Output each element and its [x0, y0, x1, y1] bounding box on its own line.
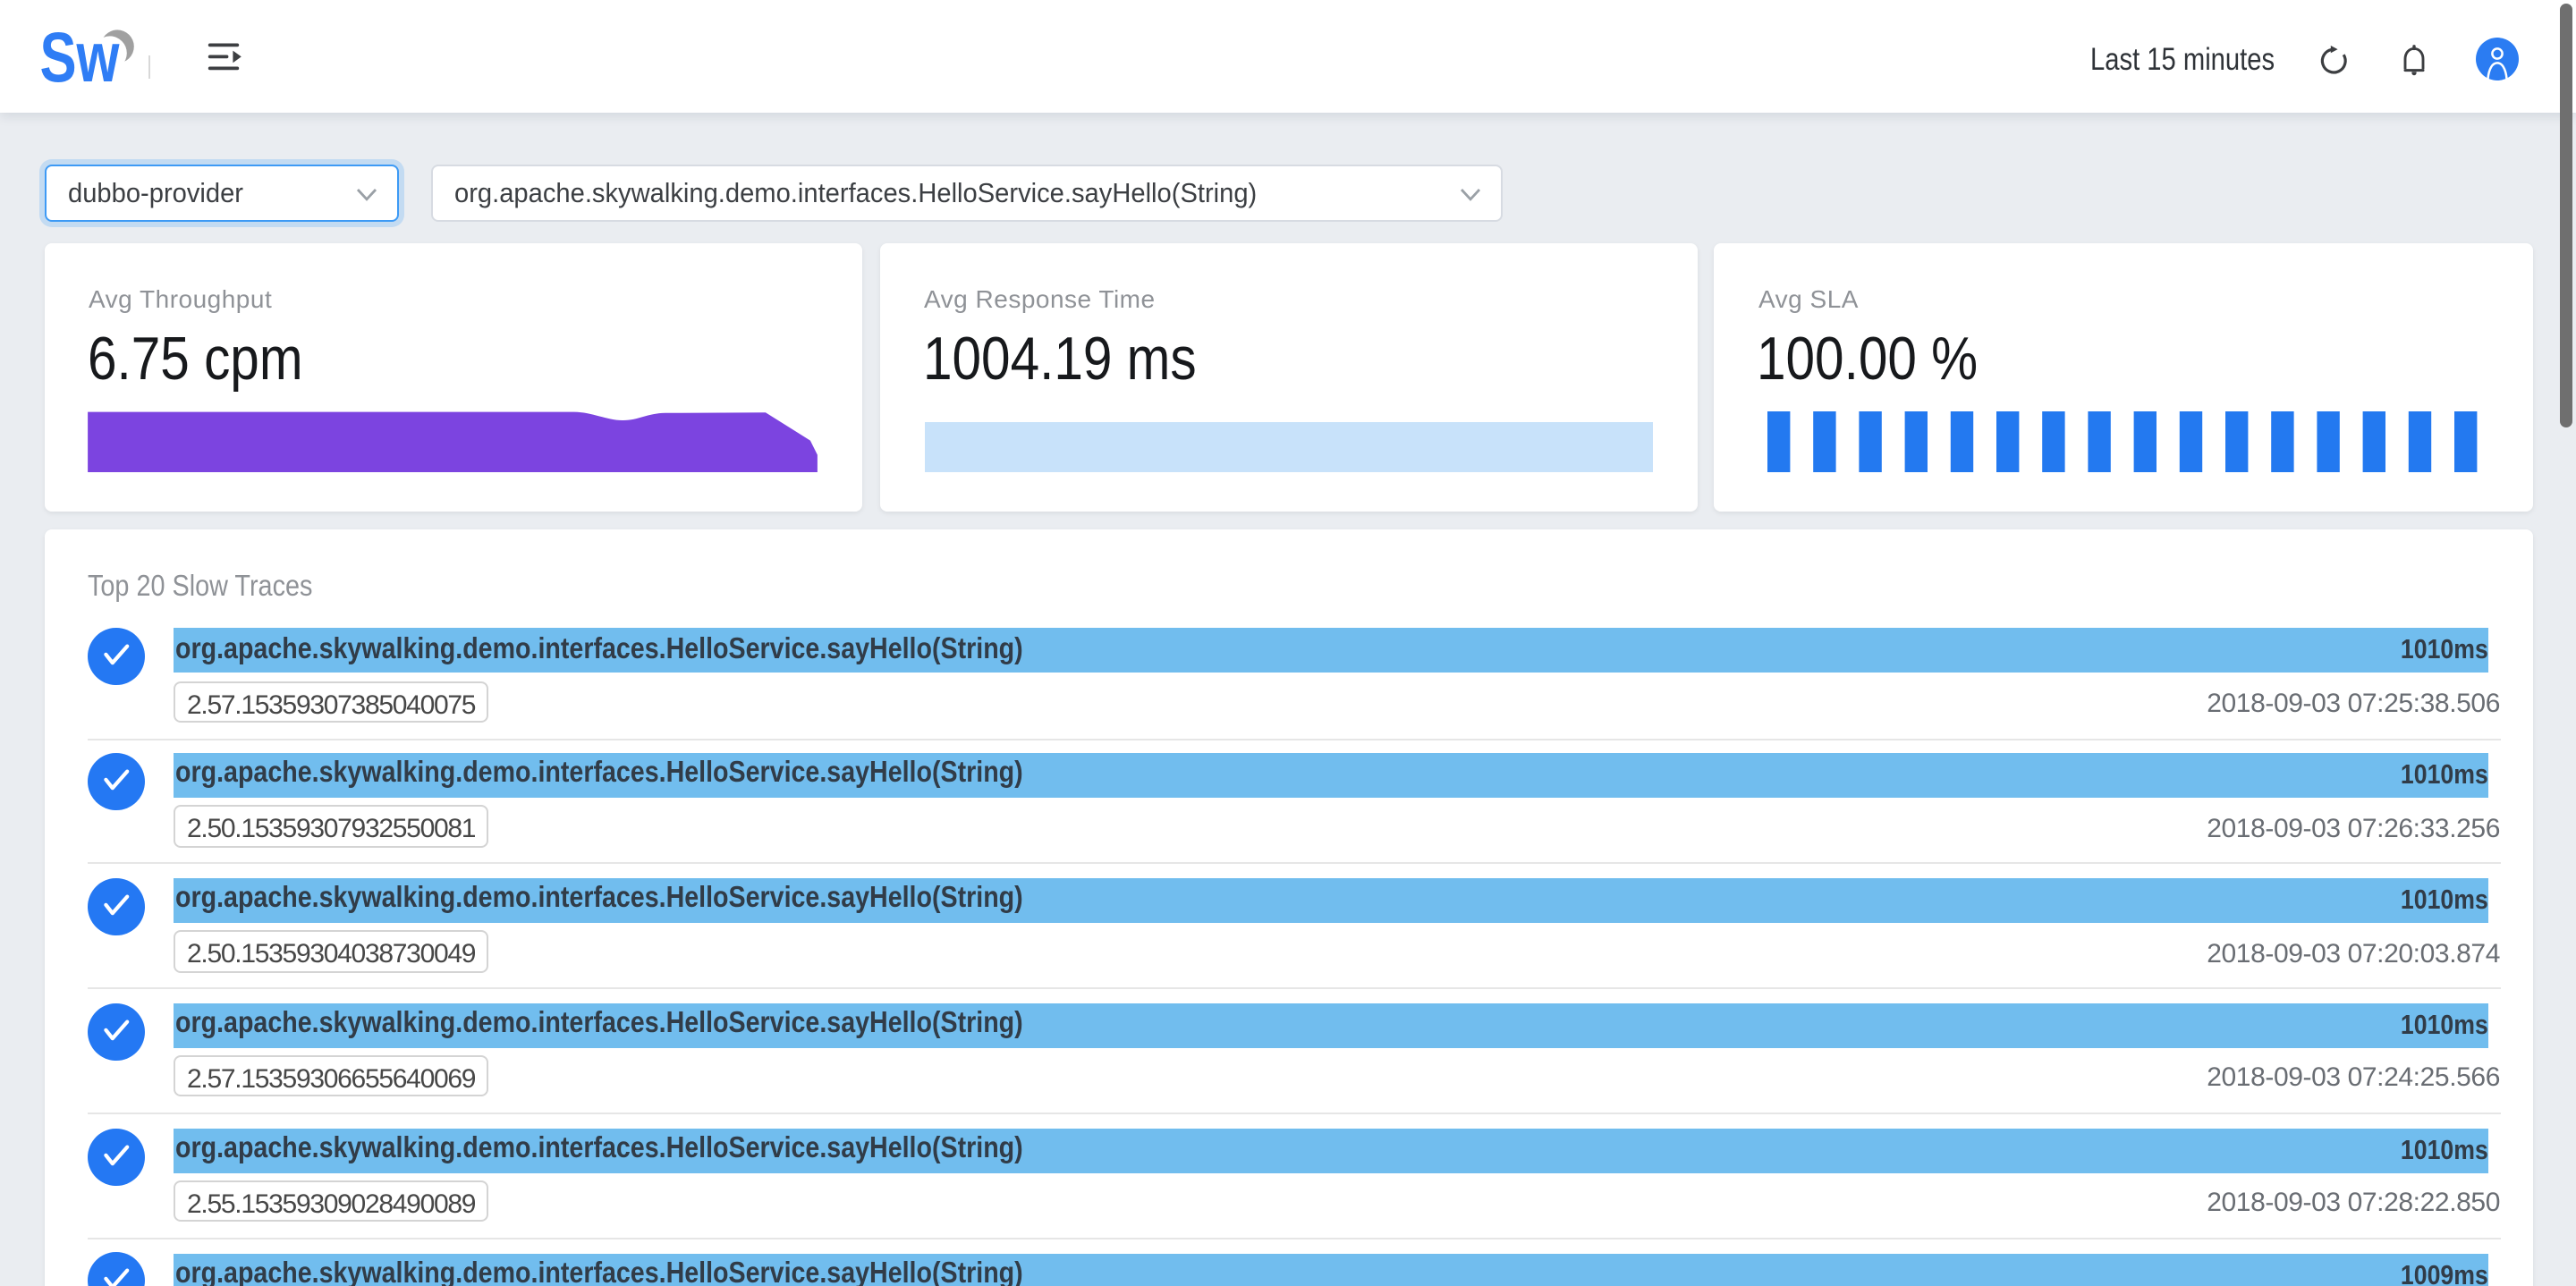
svg-text:Sw: Sw	[41, 19, 120, 97]
